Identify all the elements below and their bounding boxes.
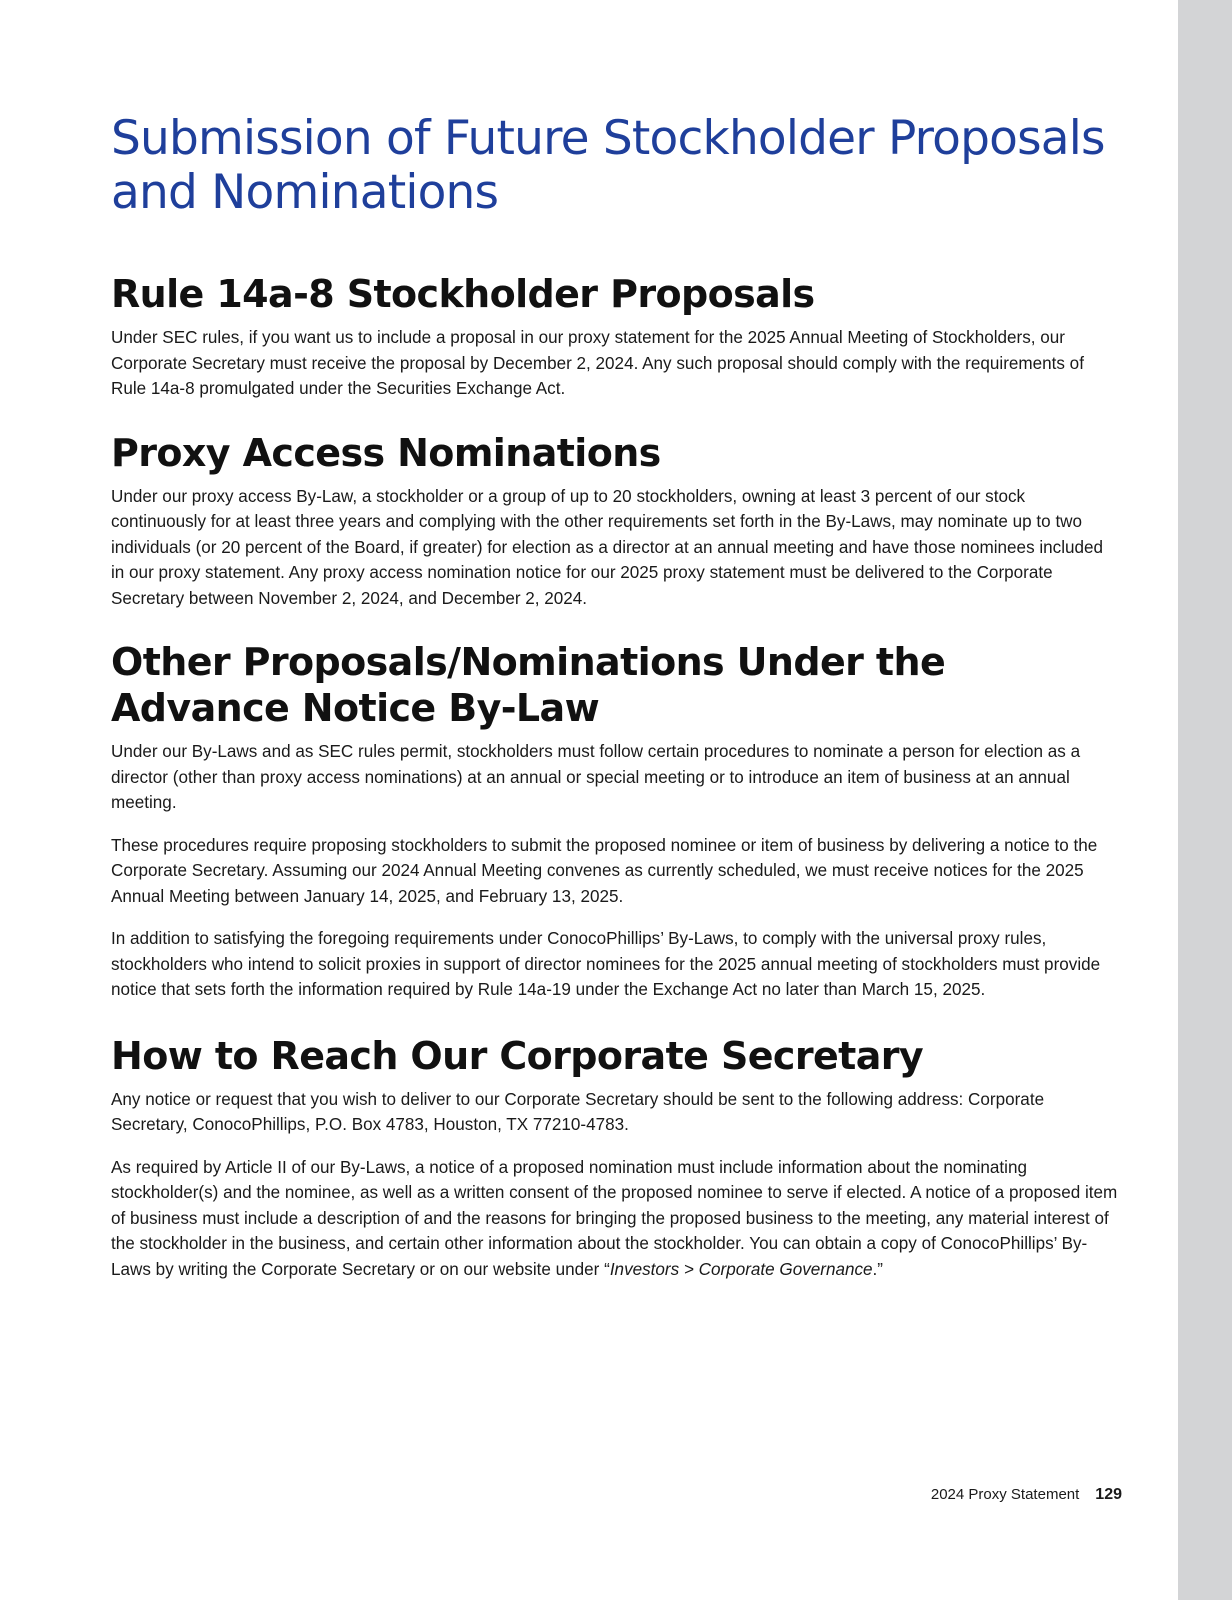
paragraph-advance-notice-3: In addition to satisfying the foregoing … — [111, 929, 1101, 999]
document-page: Submission of Future Stockholder Proposa… — [0, 0, 1232, 1600]
bylaws-text-end: .” — [872, 1259, 883, 1279]
paragraph-advance-notice-1: Under our By-Laws and as SEC rules permi… — [111, 742, 1081, 812]
section-heading-corporate-secretary: How to Reach Our Corporate Secretary — [111, 1033, 924, 1078]
website-path: Investors > Corporate Governance — [609, 1259, 873, 1279]
section-heading-rule-14a8: Rule 14a-8 Stockholder Proposals — [111, 272, 815, 316]
page-title: Submission of Future Stockholder Proposa… — [111, 111, 1106, 220]
page-footer: 2024 Proxy Statement 129 — [931, 1486, 1122, 1504]
footer-document-title: 2024 Proxy Statement — [930, 1486, 1080, 1503]
paragraph-advance-notice-2: These procedures require proposing stock… — [111, 835, 1098, 906]
page-content: Submission of Future Stockholder Proposa… — [111, 112, 1121, 1282]
paragraph-rule-14a8: Under SEC rules, if you want us to inclu… — [111, 328, 1084, 398]
section-heading-proxy-access: Proxy Access Nominations — [111, 430, 661, 475]
paragraph-proxy-access: Under our proxy access By-Law, a stockho… — [111, 486, 1104, 608]
page-edge-bar — [1178, 0, 1232, 1600]
page-number: 129 — [1095, 1486, 1122, 1503]
section-heading-advance-notice: Other Proposals/Nominations Under the Ad… — [111, 640, 946, 730]
paragraph-corporate-secretary-bylaws: As required by Article II of our By-Laws… — [111, 1155, 1121, 1283]
paragraph-corporate-secretary-address: Any notice or request that you wish to d… — [111, 1089, 1045, 1135]
